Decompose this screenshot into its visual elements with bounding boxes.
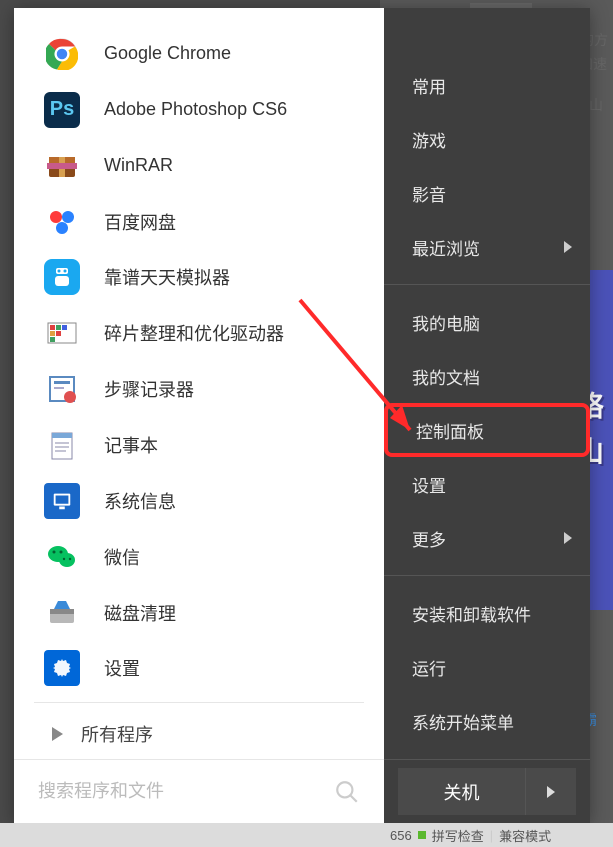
right-item-computer[interactable]: 我的电脑: [384, 295, 590, 349]
shutdown-row: 关机: [384, 759, 590, 823]
start-menu-left-pane: Google Chrome Ps Adobe Photoshop CS6 Win…: [14, 8, 384, 823]
right-item-games[interactable]: 游戏: [384, 112, 590, 166]
defrag-icon: [44, 315, 80, 351]
start-menu: Google Chrome Ps Adobe Photoshop CS6 Win…: [14, 8, 590, 823]
app-baidu[interactable]: 百度网盘: [14, 194, 384, 250]
right-label: 影音: [412, 181, 446, 206]
triangle-right-icon: [52, 727, 63, 741]
notepad-icon: [44, 427, 80, 463]
gear-icon: [44, 650, 80, 686]
chrome-icon: [44, 36, 80, 72]
separator: [384, 575, 590, 576]
app-settings[interactable]: 设置: [14, 640, 384, 696]
right-label: 控制面板: [416, 418, 484, 443]
right-label: 游戏: [412, 127, 446, 152]
status-bar: 656 拼写检查 | 兼容模式: [0, 823, 613, 847]
search-input[interactable]: [38, 781, 334, 802]
app-label: 百度网盘: [104, 209, 176, 235]
all-programs-button[interactable]: 所有程序: [14, 709, 384, 759]
app-label: 记事本: [104, 432, 158, 458]
app-label: Adobe Photoshop CS6: [104, 99, 287, 120]
divider: [34, 702, 364, 703]
sysinfo-icon: [44, 483, 80, 519]
chevron-right-icon: [564, 241, 572, 253]
app-label: 系统信息: [104, 488, 176, 514]
app-notepad[interactable]: 记事本: [14, 417, 384, 473]
separator: [384, 284, 590, 285]
all-programs-label: 所有程序: [81, 721, 153, 747]
app-winrar[interactable]: WinRAR: [14, 138, 384, 194]
status-count: 656: [390, 828, 412, 843]
app-label: 微信: [104, 544, 140, 570]
right-label: 最近浏览: [412, 235, 480, 260]
right-label: 安装和卸载软件: [412, 601, 531, 626]
right-label: 我的电脑: [412, 310, 480, 335]
app-label: 磁盘清理: [104, 600, 176, 626]
right-item-documents[interactable]: 我的文档: [384, 349, 590, 403]
right-item-install[interactable]: 安装和卸载软件: [384, 586, 590, 640]
app-wechat[interactable]: 微信: [14, 529, 384, 585]
status-compat[interactable]: 兼容模式: [499, 826, 551, 845]
steps-icon: [44, 371, 80, 407]
app-label: Google Chrome: [104, 43, 231, 64]
triangle-right-icon: [547, 786, 555, 798]
right-item-common[interactable]: 常用: [384, 58, 590, 112]
status-spellcheck[interactable]: 拼写检查: [432, 826, 484, 845]
diskcleanup-icon: [44, 595, 80, 631]
app-photoshop[interactable]: Ps Adobe Photoshop CS6: [14, 82, 384, 138]
app-label: 靠谱天天模拟器: [104, 264, 230, 290]
shutdown-more-button[interactable]: [526, 768, 576, 815]
right-label: 更多: [412, 526, 446, 551]
winrar-icon: [44, 148, 80, 184]
start-menu-right-pane: 常用 游戏 影音 最近浏览 我的电脑 我的文档 控制面板 设置 更多 安装和卸载…: [384, 8, 590, 823]
right-label: 设置: [412, 472, 446, 497]
shutdown-label: 关机: [444, 779, 480, 805]
app-label: 步骤记录器: [104, 376, 194, 402]
status-dot-icon: [418, 831, 426, 839]
right-item-system-start[interactable]: 系统开始菜单: [384, 694, 590, 748]
app-emulator[interactable]: 靠谱天天模拟器: [14, 249, 384, 305]
photoshop-icon: Ps: [44, 92, 80, 128]
search-icon: [334, 779, 360, 805]
app-sysinfo[interactable]: 系统信息: [14, 473, 384, 529]
search-row: [14, 759, 384, 823]
app-diskcleanup[interactable]: 磁盘清理: [14, 585, 384, 641]
app-label: 设置: [104, 655, 140, 681]
baidu-icon: [44, 204, 80, 240]
app-label: WinRAR: [104, 155, 173, 176]
wechat-icon: [44, 539, 80, 575]
right-label: 运行: [412, 655, 446, 680]
right-label: 常用: [412, 73, 446, 98]
right-item-more[interactable]: 更多: [384, 511, 590, 565]
shutdown-button[interactable]: 关机: [398, 768, 526, 815]
right-item-run[interactable]: 运行: [384, 640, 590, 694]
app-defrag[interactable]: 碎片整理和优化驱动器: [14, 305, 384, 361]
right-label: 我的文档: [412, 364, 480, 389]
right-item-settings[interactable]: 设置: [384, 457, 590, 511]
app-steps[interactable]: 步骤记录器: [14, 361, 384, 417]
emulator-icon: [44, 259, 80, 295]
right-item-media[interactable]: 影音: [384, 166, 590, 220]
app-label: 碎片整理和优化驱动器: [104, 320, 284, 346]
right-item-control-panel[interactable]: 控制面板: [384, 403, 590, 457]
right-item-recent[interactable]: 最近浏览: [384, 220, 590, 274]
app-chrome[interactable]: Google Chrome: [14, 26, 384, 82]
chevron-right-icon: [564, 532, 572, 544]
right-label: 系统开始菜单: [412, 709, 514, 734]
